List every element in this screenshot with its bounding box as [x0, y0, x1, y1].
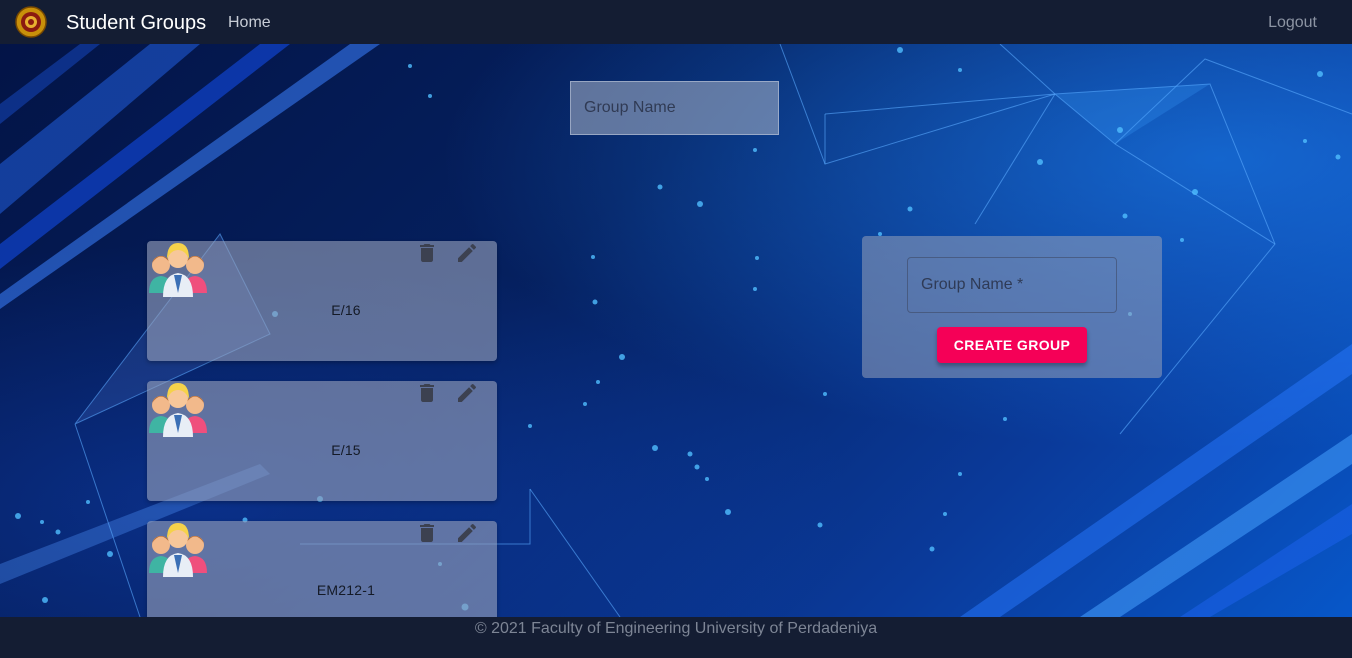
group-card: EM212-1 [147, 521, 497, 617]
trash-icon[interactable] [415, 521, 439, 545]
group-name: E/15 [331, 442, 361, 458]
group-name-input[interactable] [908, 258, 1116, 312]
pencil-icon[interactable] [455, 521, 479, 545]
group-people-icon [149, 243, 207, 297]
university-crest-icon[interactable] [15, 6, 47, 38]
pencil-icon[interactable] [455, 381, 479, 405]
trash-icon[interactable] [415, 381, 439, 405]
footer-copyright: © 2021 Faculty of Engineering University… [474, 620, 878, 637]
group-people-icon [149, 383, 207, 437]
trash-icon[interactable] [415, 241, 439, 265]
group-name-field [907, 257, 1117, 313]
group-name: E/16 [331, 302, 361, 318]
footer: © 2021 Faculty of Engineering University… [0, 617, 1352, 658]
group-name: EM212-1 [316, 582, 376, 598]
nav-home-link[interactable]: Home [228, 14, 271, 32]
create-group-panel: CREATE GROUP [862, 236, 1162, 378]
group-card: E/15 [147, 381, 497, 501]
create-group-button[interactable]: CREATE GROUP [937, 327, 1087, 363]
group-people-icon [149, 523, 207, 577]
pencil-icon[interactable] [455, 241, 479, 265]
group-card: E/16 [147, 241, 497, 361]
background: E/16 E/15 [0, 44, 1352, 617]
top-navbar: Student Groups Home Logout [0, 0, 1352, 44]
search-input[interactable] [570, 81, 779, 135]
logout-link[interactable]: Logout [1268, 14, 1317, 32]
app-title: Student Groups [66, 12, 207, 34]
